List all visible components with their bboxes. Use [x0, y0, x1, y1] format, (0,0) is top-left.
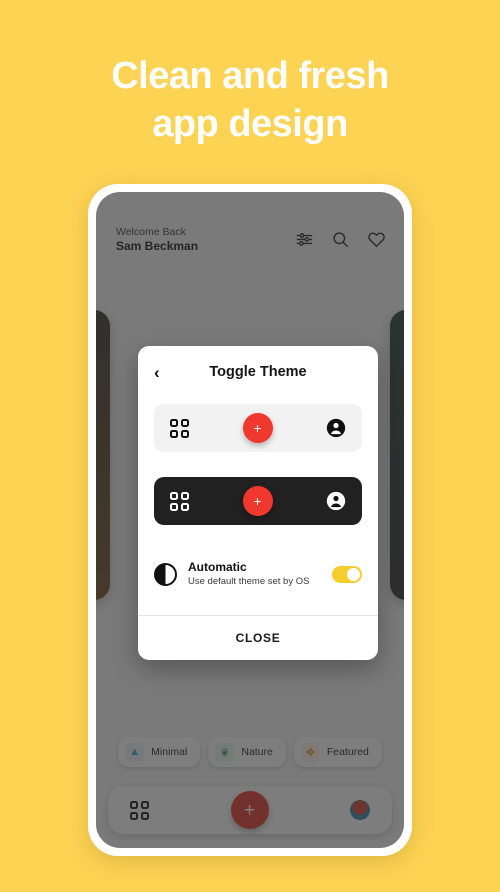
person-icon	[326, 418, 346, 438]
dialog-title: Toggle Theme	[209, 364, 307, 380]
person-icon	[326, 491, 346, 511]
headline-line-2: app design	[152, 103, 348, 145]
automatic-text-block: Automatic Use default theme set by OS	[188, 559, 321, 589]
headline-line-1: Clean and fresh	[111, 55, 389, 97]
automatic-toggle-switch[interactable]	[332, 565, 362, 583]
grid-icon	[170, 418, 189, 438]
contrast-half-circle-icon	[154, 562, 177, 586]
dialog-header: ‹ Toggle Theme	[138, 346, 378, 398]
automatic-theme-row: Automatic Use default theme set by OS	[154, 559, 362, 589]
add-button-preview: +	[242, 486, 273, 516]
phone-screen: Welcome Back Sam Beckman	[96, 192, 404, 848]
page-title: Clean and fresh app design	[0, 52, 500, 148]
close-button[interactable]: CLOSE	[236, 631, 281, 645]
dialog-footer: CLOSE	[138, 615, 378, 660]
dialog-body: + + Automatic Use default theme set by O…	[138, 398, 378, 615]
phone-mockup: Welcome Back Sam Beckman	[88, 184, 412, 856]
dark-theme-option[interactable]: +	[154, 477, 362, 525]
toggle-theme-dialog: ‹ Toggle Theme + + Automatic Use default…	[138, 346, 378, 660]
light-theme-option[interactable]: +	[154, 404, 362, 452]
grid-icon	[170, 491, 189, 511]
automatic-title: Automatic	[188, 560, 247, 574]
add-button-preview: +	[242, 413, 273, 443]
back-chevron-icon[interactable]: ‹	[154, 364, 160, 381]
automatic-subtitle: Use default theme set by OS	[188, 576, 310, 587]
